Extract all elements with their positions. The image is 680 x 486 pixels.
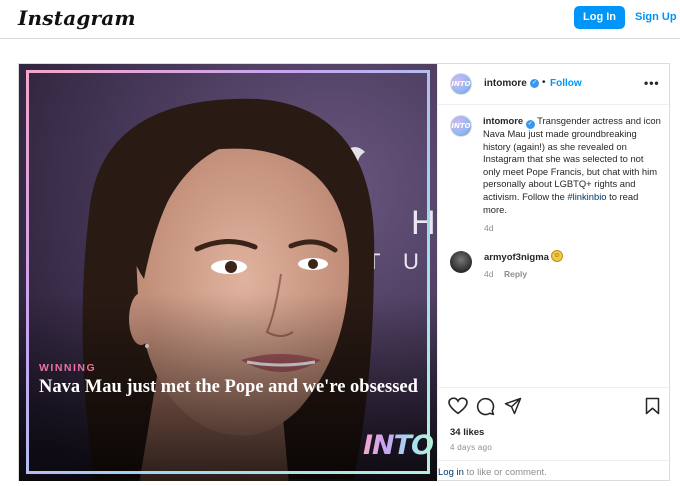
signup-link[interactable]: Sign Up xyxy=(635,6,677,29)
login-prompt: Log in to like or comment. xyxy=(438,460,671,482)
author-username[interactable]: intomore xyxy=(484,78,527,89)
image-kicker: WINNING xyxy=(39,362,97,374)
instagram-logo[interactable]: Instagram xyxy=(18,6,136,30)
share-icon[interactable] xyxy=(504,397,522,415)
author-avatar[interactable]: INTO xyxy=(450,73,472,95)
post-header: INTO intomore ✓ • Follow ••• xyxy=(438,64,671,105)
post-caption: intomore ✓ Transgender actress and icon … xyxy=(483,115,663,216)
caption-username[interactable]: intomore xyxy=(483,115,523,126)
hashtag-link[interactable]: #linkinbio xyxy=(567,191,606,202)
caption-text: Transgender actress and icon Nava Mau ju… xyxy=(483,115,661,202)
follow-button[interactable]: Follow xyxy=(550,78,582,89)
portrait-illustration: H T U xyxy=(19,64,437,481)
verified-badge-icon: ✓ xyxy=(530,79,539,88)
comment-time: 4d xyxy=(484,269,494,279)
login-link[interactable]: Log in xyxy=(438,467,464,478)
separator-dot: • xyxy=(542,77,546,88)
more-options-icon[interactable]: ••• xyxy=(644,76,660,90)
post-card: H T U xyxy=(18,63,671,481)
post-side-panel: INTO intomore ✓ • Follow ••• INTO intomo… xyxy=(437,64,671,481)
image-headline: Nava Mau just met the Pope and we're obs… xyxy=(39,377,418,397)
reply-button[interactable]: Reply xyxy=(504,269,527,279)
avatar-text: INTO xyxy=(451,80,471,88)
avatar-text: INTO xyxy=(451,122,471,130)
commenter-avatar[interactable] xyxy=(450,251,472,273)
comment-icon[interactable] xyxy=(476,397,495,416)
into-brand-logo: INTO xyxy=(363,430,434,461)
login-prompt-text: to like or comment. xyxy=(466,467,547,478)
caption-time: 4d xyxy=(484,223,494,233)
caption-avatar[interactable]: INTO xyxy=(450,115,472,137)
top-navigation-bar: Instagram Log In Sign Up xyxy=(0,0,680,39)
comment-username[interactable]: armyof3nigma xyxy=(484,252,549,263)
bookmark-icon[interactable] xyxy=(645,397,660,415)
posted-time: 4 days ago xyxy=(450,443,493,452)
verified-badge-icon: ✓ xyxy=(525,120,535,129)
post-image[interactable]: H T U xyxy=(19,64,437,481)
likes-count[interactable]: 34 likes xyxy=(450,427,484,438)
grinning-emoji-icon: ☺ xyxy=(551,250,563,262)
post-actions: 34 likes 4 days ago Log in to like or co… xyxy=(438,387,671,481)
login-button[interactable]: Log In xyxy=(574,6,625,29)
heart-icon[interactable] xyxy=(448,397,468,415)
